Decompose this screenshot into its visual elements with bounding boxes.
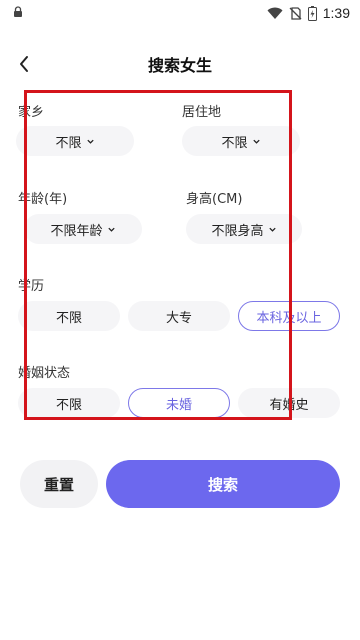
- education-option-bachelor[interactable]: 本科及以上: [238, 301, 340, 331]
- chip-label: 大专: [165, 310, 192, 326]
- chip-label: 未婚: [165, 397, 192, 413]
- height-label: 身高(CM): [186, 192, 243, 207]
- chip-label: 本科及以上: [256, 310, 322, 326]
- battery-icon: [307, 5, 317, 21]
- no-sim-icon: [289, 6, 302, 20]
- chevron-down-icon: [107, 227, 115, 232]
- chevron-down-icon: [252, 139, 260, 144]
- reset-button-label: 重置: [43, 475, 74, 494]
- marital-option-married-before[interactable]: 有婚史: [238, 388, 340, 418]
- height-value: 不限身高: [211, 223, 264, 239]
- top-bar: 搜索女生: [0, 46, 360, 82]
- wifi-icon: [267, 7, 283, 19]
- status-bar: 1:39: [0, 0, 360, 26]
- education-label: 学历: [18, 279, 45, 294]
- search-button-label: 搜索: [207, 475, 238, 494]
- residence-value: 不限: [221, 135, 248, 151]
- education-option-college[interactable]: 大专: [128, 301, 230, 331]
- chip-label: 有婚史: [269, 397, 309, 413]
- status-icons: 1:39: [267, 5, 350, 21]
- status-time: 1:39: [322, 5, 350, 21]
- chevron-down-icon: [86, 139, 94, 144]
- height-select[interactable]: 不限身高: [186, 214, 302, 244]
- reset-button[interactable]: 重置: [20, 460, 98, 508]
- hometown-value: 不限: [55, 135, 82, 151]
- age-value: 不限年龄: [50, 223, 103, 239]
- marital-option-any[interactable]: 不限: [18, 388, 120, 418]
- marital-label: 婚姻状态: [18, 366, 71, 381]
- hometown-label: 家乡: [18, 105, 45, 120]
- age-label: 年龄(年): [18, 192, 68, 207]
- chip-label: 不限: [55, 310, 82, 326]
- residence-select[interactable]: 不限: [182, 126, 300, 156]
- chevron-down-icon: [268, 227, 276, 232]
- education-option-any[interactable]: 不限: [18, 301, 120, 331]
- lock-icon: [14, 6, 22, 17]
- hometown-select[interactable]: 不限: [16, 126, 134, 156]
- page-title: 搜索女生: [147, 56, 212, 75]
- search-button[interactable]: 搜索: [106, 460, 340, 508]
- age-select[interactable]: 不限年龄: [24, 214, 142, 244]
- residence-label: 居住地: [182, 105, 222, 120]
- marital-option-single[interactable]: 未婚: [128, 388, 230, 418]
- chip-label: 不限: [55, 397, 82, 413]
